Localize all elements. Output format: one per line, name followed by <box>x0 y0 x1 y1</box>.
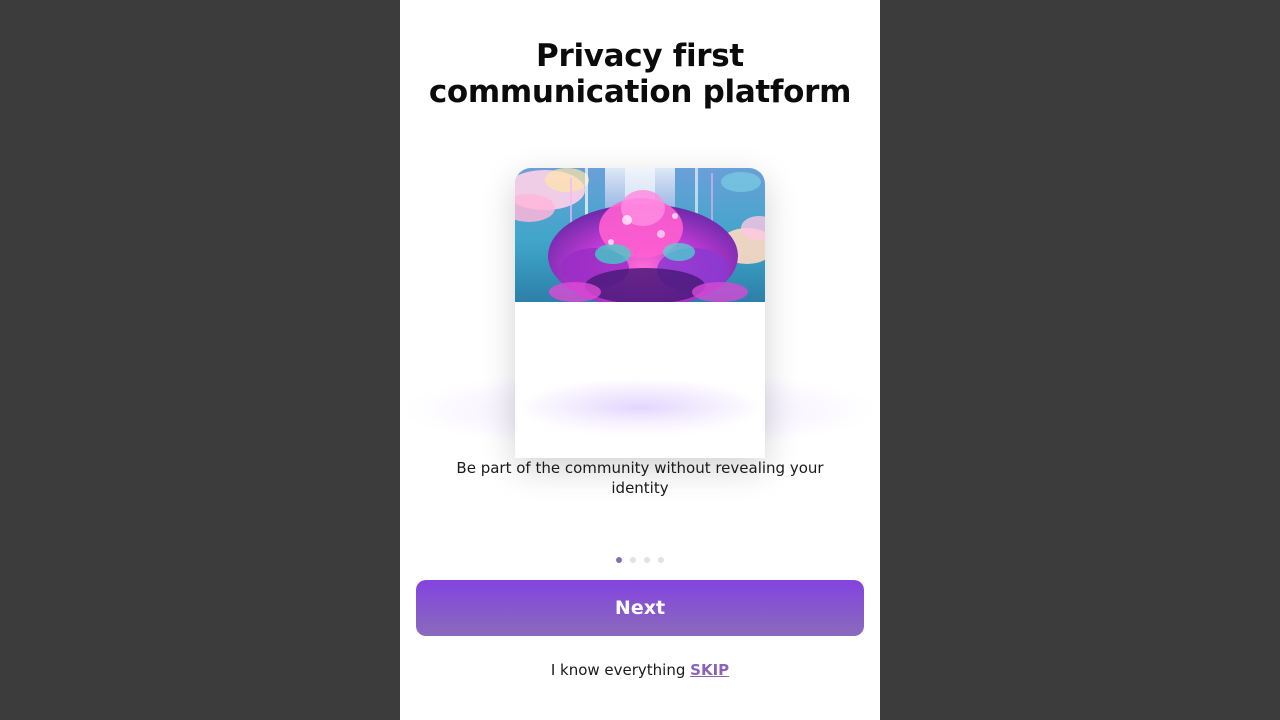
next-button[interactable]: Next <box>416 580 864 636</box>
onboarding-screen: Privacy first communication platform Be … <box>400 0 880 720</box>
fantasy-flower-tower-illustration <box>515 168 765 302</box>
skip-row: I know everything SKIP <box>400 660 880 680</box>
page-title: Privacy first communication platform <box>400 38 880 110</box>
pagination-dot-3[interactable] <box>644 557 650 563</box>
pagination-dot-1[interactable] <box>616 557 622 563</box>
skip-link[interactable]: SKIP <box>690 661 729 679</box>
pagination-dot-2[interactable] <box>630 557 636 563</box>
skip-prompt: I know everything <box>550 661 691 679</box>
preview-card <box>515 168 765 458</box>
card-fade <box>515 408 765 458</box>
onboarding-description: Be part of the community without reveali… <box>456 459 824 497</box>
pagination-dots <box>400 557 880 565</box>
title-line-2: communication platform <box>428 74 852 110</box>
pagination-dot-4[interactable] <box>658 557 664 563</box>
title-line-1: Privacy first <box>536 38 744 74</box>
